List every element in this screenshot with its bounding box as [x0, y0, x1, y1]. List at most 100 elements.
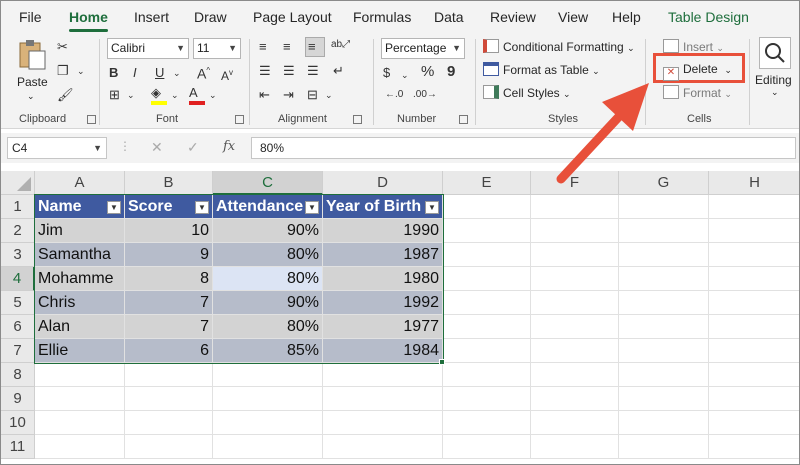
row-header-1[interactable]: 1	[1, 195, 35, 219]
editing-label[interactable]: Editing	[755, 73, 792, 87]
tab-table-design[interactable]: Table Design	[668, 9, 749, 25]
fill-color-icon[interactable]: ◈	[151, 85, 161, 101]
merge-dropdown-icon[interactable]: ⌄	[325, 87, 333, 103]
align-bottom-button[interactable]: ≡	[305, 37, 325, 57]
decrease-font-icon[interactable]: Av	[221, 65, 233, 84]
separator	[475, 39, 476, 125]
underline-button[interactable]: U	[155, 65, 164, 81]
align-center-icon[interactable]: ☰	[283, 63, 295, 79]
cancel-icon[interactable]: ✕	[151, 139, 163, 156]
editing-dropdown-icon[interactable]: ⌄	[771, 87, 779, 98]
row-header-5[interactable]: 5	[1, 291, 35, 315]
clipboard-launcher-icon[interactable]	[87, 115, 96, 124]
number-launcher-icon[interactable]	[459, 115, 468, 124]
increase-indent-icon[interactable]: ⇥	[283, 87, 294, 103]
align-bottom-icon: ≡	[308, 39, 316, 54]
decrease-decimal-icon[interactable]: .00→	[413, 87, 437, 103]
fill-color-dropdown-icon[interactable]: ⌄	[171, 87, 179, 103]
tab-data[interactable]: Data	[434, 9, 464, 25]
tab-view[interactable]: View	[558, 9, 588, 25]
cut-icon[interactable]: ✂	[57, 39, 68, 55]
format-button[interactable]: Format ⌄	[663, 85, 732, 100]
select-all-button[interactable]	[1, 171, 35, 195]
tab-insert[interactable]: Insert	[134, 9, 169, 25]
row-header-2[interactable]: 2	[1, 219, 35, 243]
alignment-launcher-icon[interactable]	[353, 115, 362, 124]
column-header-a[interactable]: A	[35, 171, 125, 195]
align-middle-icon[interactable]: ≡	[283, 39, 291, 55]
formula-input[interactable]: 80%	[251, 137, 796, 159]
row-header-6[interactable]: 6	[1, 315, 35, 339]
percent-style-button[interactable]: %	[421, 64, 434, 80]
cells-group-label: Cells	[687, 113, 712, 125]
spreadsheet-grid: A B C D E F G H 1 2 3 4 5 6 7 8 9 10 11 …	[1, 171, 799, 464]
column-header-e[interactable]: E	[443, 171, 531, 195]
font-color-icon[interactable]: A	[189, 85, 198, 101]
row-header-10[interactable]: 10	[1, 411, 35, 435]
column-header-d[interactable]: D	[323, 171, 443, 195]
borders-dropdown-icon[interactable]: ⌄	[127, 87, 135, 103]
bold-button[interactable]: B	[109, 65, 118, 81]
format-as-table-button[interactable]: Format as Table ⌄	[483, 62, 600, 77]
fill-handle[interactable]	[439, 359, 445, 365]
align-top-icon[interactable]: ≡	[259, 39, 267, 55]
font-family-value: Calibri	[111, 41, 146, 55]
tab-home[interactable]: Home	[69, 9, 108, 32]
wrap-text-icon[interactable]: ↵	[333, 63, 344, 79]
tab-help[interactable]: Help	[612, 9, 641, 25]
enter-icon[interactable]: ✓	[187, 139, 199, 156]
accounting-dropdown-icon[interactable]: ⌄	[401, 67, 409, 83]
column-header-h[interactable]: H	[709, 171, 799, 195]
copy-icon[interactable]: ❐	[57, 63, 69, 79]
name-box[interactable]: C4 ▼	[7, 137, 107, 159]
selection-range	[34, 194, 444, 364]
row-header-11[interactable]: 11	[1, 435, 35, 459]
number-format-select[interactable]: Percentage ▼	[381, 38, 465, 59]
search-button[interactable]	[759, 37, 791, 69]
format-painter-icon[interactable]: 🖌	[57, 87, 74, 103]
row-header-3[interactable]: 3	[1, 243, 35, 267]
align-left-icon[interactable]: ☰	[259, 63, 271, 79]
conditional-formatting-button[interactable]: Conditional Formatting ⌄	[483, 39, 635, 54]
align-right-icon[interactable]: ☰	[307, 63, 319, 79]
increase-decimal-icon[interactable]: ←.0	[385, 87, 403, 103]
column-header-b[interactable]: B	[125, 171, 213, 195]
font-family-select[interactable]: Calibri ▼	[107, 38, 189, 59]
copy-dropdown-icon[interactable]: ⌄	[77, 63, 85, 79]
paste-dropdown-icon[interactable]: ⌄	[27, 91, 35, 102]
merge-center-icon[interactable]: ⊟	[307, 87, 318, 103]
column-header-g[interactable]: G	[619, 171, 709, 195]
decrease-indent-icon[interactable]: ⇤	[259, 87, 270, 103]
row-header-8[interactable]: 8	[1, 363, 35, 387]
tab-draw[interactable]: Draw	[194, 9, 227, 25]
underline-dropdown-icon[interactable]: ⌄	[173, 65, 181, 81]
column-header-c[interactable]: C	[213, 171, 323, 195]
row-header-4[interactable]: 4	[1, 267, 35, 291]
paste-label: Paste	[17, 75, 48, 89]
tab-page-layout[interactable]: Page Layout	[253, 9, 332, 25]
paste-button[interactable]: Paste ⌄	[13, 37, 51, 105]
accounting-format-icon[interactable]: $	[383, 65, 390, 81]
tab-formulas[interactable]: Formulas	[353, 9, 411, 25]
row-header-9[interactable]: 9	[1, 387, 35, 411]
insert-function-button[interactable]: fx	[223, 139, 235, 154]
more-options-icon[interactable]: ⋮	[119, 139, 131, 153]
borders-icon[interactable]: ⊞	[109, 87, 120, 103]
orientation-icon[interactable]: ab⤢	[331, 37, 350, 53]
delete-button[interactable]: ✕ Delete ⌄	[663, 62, 732, 81]
italic-button[interactable]: I	[133, 65, 137, 81]
comma-style-button[interactable]: 9	[447, 64, 455, 80]
tab-file[interactable]: File	[19, 9, 42, 25]
cell-styles-button[interactable]: Cell Styles ⌄	[483, 85, 571, 100]
font-size-select[interactable]: 11 ▼	[193, 38, 241, 59]
conditional-formatting-icon	[483, 39, 499, 53]
font-size-value: 11	[197, 41, 210, 55]
font-color-dropdown-icon[interactable]: ⌄	[209, 87, 217, 103]
tab-review[interactable]: Review	[490, 9, 536, 25]
font-launcher-icon[interactable]	[235, 115, 244, 124]
increase-font-icon[interactable]: A^	[197, 63, 210, 82]
delete-cells-icon: ✕	[663, 67, 679, 81]
insert-button[interactable]: Insert ⌄	[663, 39, 724, 54]
column-header-f[interactable]: F	[531, 171, 619, 195]
row-header-7[interactable]: 7	[1, 339, 35, 363]
